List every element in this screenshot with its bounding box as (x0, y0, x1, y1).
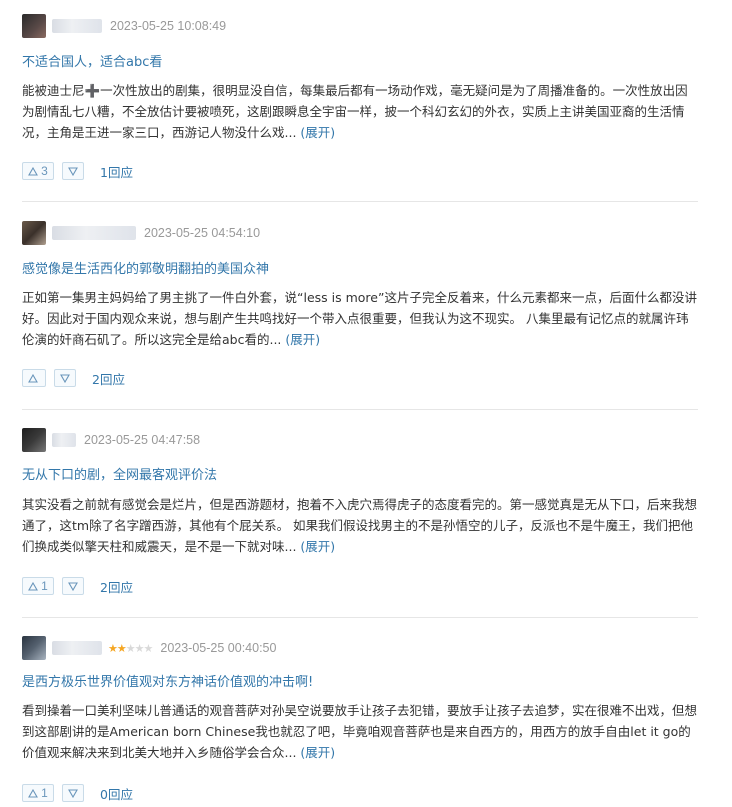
downvote-button[interactable] (54, 369, 76, 387)
triangle-down-icon (68, 788, 78, 798)
star-empty-icon: ★ (134, 641, 145, 655)
review-actions: 2回应 (22, 368, 125, 388)
avatar[interactable] (22, 14, 46, 38)
upvote-button[interactable] (22, 369, 46, 387)
divider (22, 617, 698, 618)
review-date: 2023-05-25 04:47:58 (84, 433, 201, 447)
review-actions: 3 1回应 (22, 161, 133, 181)
avatar[interactable] (22, 221, 46, 245)
expand-link[interactable]: (展开) (300, 539, 335, 554)
triangle-up-icon (28, 166, 39, 176)
review-body: 能被迪士尼➕一次性放出的剧集，很明显没自信，每集最后都有一场动作戏，毫无疑问是为… (22, 80, 697, 143)
review-actions: 1 0回应 (22, 783, 133, 803)
triangle-down-icon (68, 581, 78, 591)
expand-link[interactable]: (展开) (285, 332, 320, 347)
triangle-down-icon (68, 166, 78, 176)
review-header: 2023-05-25 04:47:58 (22, 428, 200, 452)
review-header: ★★★★★ 2023-05-25 00:40:50 (22, 636, 276, 660)
review-title[interactable]: 感觉像是生活西化的郭敬明翻拍的美国众神 (22, 258, 269, 277)
username-blurred[interactable] (52, 433, 76, 447)
review-title[interactable]: 无从下口的剧，全网最客观评价法 (22, 464, 217, 483)
review-header: 2023-05-25 04:54:10 (22, 221, 260, 245)
star-filled-icon: ★ (108, 641, 118, 655)
star-filled-icon: ★ (116, 641, 127, 655)
review-body: 正如第一集男主妈妈给了男主挑了一件白外套，说“less is more”这片子完… (22, 287, 697, 350)
rating-stars: ★★★★★ (108, 641, 154, 655)
review-body: 其实没看之前就有感觉会是烂片，但是西游题材，抱着不入虎穴焉得虎子的态度看完的。第… (22, 494, 697, 557)
username-blurred[interactable] (52, 19, 102, 33)
review-text: 其实没看之前就有感觉会是烂片，但是西游题材，抱着不入虎穴焉得虎子的态度看完的。第… (22, 497, 698, 554)
review-body: 看到操着一口美利坚味儿普通话的观音菩萨对孙吴空说要放手让孩子去犯错，要放手让孩子… (22, 700, 697, 763)
review-text: 能被迪士尼➕一次性放出的剧集，很明显没自信，每集最后都有一场动作戏，毫无疑问是为… (22, 83, 688, 140)
review-title[interactable]: 不适合国人，适合abc看 (22, 51, 162, 70)
review-text: 正如第一集男主妈妈给了男主挑了一件白外套，说“less is more”这片子完… (22, 290, 697, 347)
username-blurred[interactable] (52, 226, 136, 240)
reply-link[interactable]: 2回应 (100, 577, 133, 596)
review-text: 看到操着一口美利坚味儿普通话的观音菩萨对孙吴空说要放手让孩子去犯错，要放手让孩子… (22, 703, 698, 760)
review-title[interactable]: 是西方极乐世界价值观对东方神话价值观的冲击啊! (22, 671, 313, 690)
downvote-button[interactable] (62, 577, 84, 595)
review-date: 2023-05-25 04:54:10 (144, 226, 261, 240)
upvote-button[interactable]: 1 (22, 577, 54, 595)
review-header: 2023-05-25 10:08:49 (22, 14, 226, 38)
star-empty-icon: ★ (143, 641, 154, 655)
reply-link[interactable]: 2回应 (92, 369, 125, 388)
star-empty-icon: ★ (125, 641, 136, 655)
upvote-button[interactable]: 1 (22, 784, 54, 802)
triangle-up-icon (27, 373, 38, 383)
expand-link[interactable]: (展开) (300, 745, 335, 760)
avatar[interactable] (22, 428, 46, 452)
review-date: 2023-05-25 10:08:49 (110, 19, 227, 33)
downvote-button[interactable] (62, 784, 84, 802)
upvote-count: 1 (41, 786, 48, 800)
triangle-up-icon (28, 788, 39, 798)
avatar[interactable] (22, 636, 46, 660)
triangle-up-icon (28, 581, 39, 591)
review-date: 2023-05-25 00:40:50 (160, 641, 277, 655)
upvote-count: 1 (41, 579, 48, 593)
upvote-button[interactable]: 3 (22, 162, 54, 180)
review-actions: 1 2回应 (22, 576, 133, 596)
divider (22, 201, 698, 202)
divider (22, 409, 698, 410)
reply-link[interactable]: 1回应 (100, 162, 133, 181)
upvote-count: 3 (41, 164, 48, 178)
downvote-button[interactable] (62, 162, 84, 180)
reply-link[interactable]: 0回应 (100, 784, 133, 803)
expand-link[interactable]: (展开) (300, 125, 335, 140)
triangle-down-icon (60, 373, 70, 383)
username-blurred[interactable] (52, 641, 102, 655)
